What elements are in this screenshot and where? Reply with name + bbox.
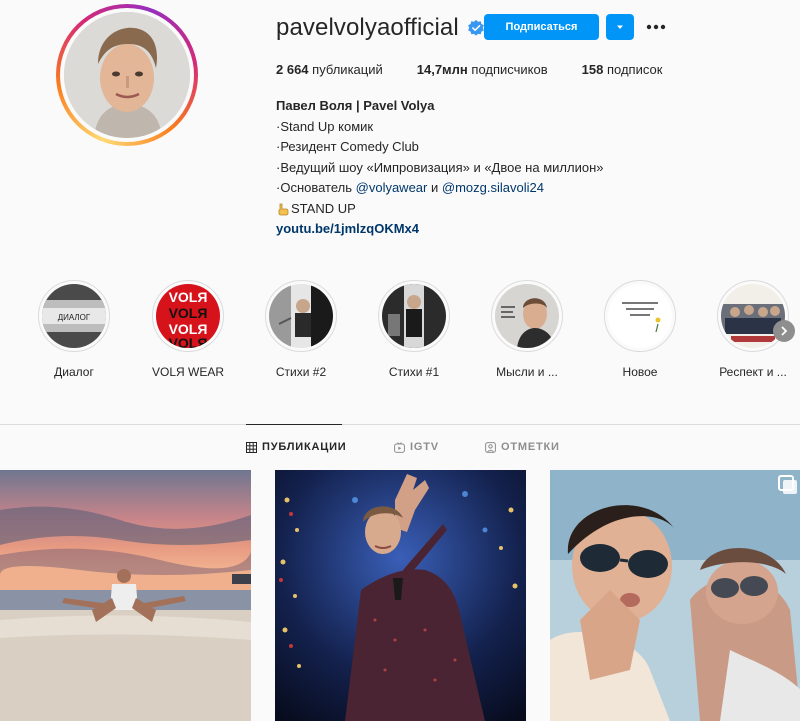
tab-tagged[interactable]: ОТМЕТКИ <box>485 441 560 453</box>
tab-posts-label: ПУБЛИКАЦИИ <box>262 441 347 453</box>
highlight-cover: VOLЯ VOLЯ VOLЯ VOLЯ <box>156 284 220 348</box>
highlight-thoughts[interactable]: Мысли и ... <box>482 280 572 379</box>
tab-tagged-label: ОТМЕТКИ <box>501 441 560 453</box>
post-thumbnail[interactable] <box>275 470 526 721</box>
bio-line-standup: STAND UP <box>276 199 603 220</box>
highlight-cover <box>495 284 559 348</box>
profile-avatar[interactable] <box>64 12 190 138</box>
bio-line: ·Stand Up комик <box>276 118 374 134</box>
highlight-poems-1[interactable]: Стихи #1 <box>369 280 459 379</box>
highlights-next-button[interactable] <box>773 320 795 342</box>
post-image-selfie <box>550 470 800 721</box>
profile-avatar-ring[interactable] <box>56 4 198 146</box>
highlight-ring <box>265 280 337 352</box>
stat-following-label: подписок <box>606 62 663 77</box>
highlight-cover-caption: VOLЯ <box>169 305 208 321</box>
mention-link-volyawear[interactable]: @volyawear <box>356 180 428 195</box>
highlight-label: Респект и ... <box>719 365 787 379</box>
avatar-photo <box>64 12 190 138</box>
bio-line: ·Ведущий шоу «Импровизация» и «Двое на м… <box>276 159 604 175</box>
profile-stats: 2 664 публикаций 14,7млн подписчиков 158… <box>276 62 696 77</box>
tagged-icon <box>485 441 496 453</box>
post-thumbnail[interactable] <box>550 470 800 721</box>
highlight-ring: VOLЯ VOLЯ VOLЯ VOLЯ <box>152 280 224 352</box>
verified-badge-icon <box>467 19 485 37</box>
highlight-label: Стихи #1 <box>388 365 440 379</box>
highlight-cover <box>269 284 333 348</box>
bio-website-link[interactable]: youtu.be/1jmlzqOKMx4 <box>276 219 603 240</box>
grid-icon <box>246 441 257 453</box>
more-dots-icon <box>646 24 666 30</box>
story-highlights: ДИАЛОГ Диалог VOLЯ VOLЯ VOLЯ VOLЯ VOLЯ W… <box>0 280 800 380</box>
bio-line-founder: ·Основатель @volyawear и @mozg.silavoli2… <box>276 178 603 199</box>
highlight-ring: ДИАЛОГ <box>38 280 110 352</box>
highlight-cover-caption: ДИАЛОГ <box>58 313 91 322</box>
bio-founder-prefix: ·Основатель <box>276 180 356 195</box>
follow-button[interactable]: Подписаться <box>484 14 599 40</box>
highlight-ring <box>604 280 676 352</box>
tabs-divider <box>0 424 800 425</box>
highlight-label: Новое <box>622 365 658 379</box>
pointing-hand-icon <box>276 202 290 216</box>
tab-posts[interactable]: ПУБЛИКАЦИИ <box>246 441 347 453</box>
suggested-dropdown-button[interactable] <box>606 14 634 40</box>
stat-followers[interactable]: 14,7млн подписчиков <box>417 62 548 77</box>
highlight-cover-caption: VOLЯ <box>169 335 208 348</box>
mention-link-mozg[interactable]: @mozg.silavoli24 <box>442 180 544 195</box>
highlight-ring <box>717 280 789 352</box>
post-image-stage <box>275 470 526 721</box>
chevron-right-icon <box>781 326 788 336</box>
igtv-icon <box>394 441 405 453</box>
active-tab-indicator <box>246 424 342 425</box>
highlight-volya-wear[interactable]: VOLЯ VOLЯ VOLЯ VOLЯ VOLЯ WEAR <box>143 280 233 379</box>
bio-line: ·Резидент Comedy Club <box>276 139 419 154</box>
post-image-beach <box>0 470 251 721</box>
highlight-label: Диалог <box>54 365 94 379</box>
stat-posts: 2 664 публикаций <box>276 62 383 77</box>
stat-followers-count: 14,7млн <box>416 62 468 77</box>
highlight-cover: ДИАЛОГ <box>42 284 106 348</box>
avatar-gap <box>60 8 194 142</box>
stat-following[interactable]: 158 подписок <box>582 62 663 77</box>
post-thumbnail[interactable] <box>0 470 251 721</box>
highlight-poems-2[interactable]: Стихи #2 <box>256 280 346 379</box>
highlight-label: VOLЯ WEAR <box>151 365 224 379</box>
stat-posts-count: 2 664 <box>276 62 309 77</box>
highlight-ring <box>378 280 450 352</box>
username-row: pavelvolyaofficial <box>276 13 485 43</box>
highlight-dialog[interactable]: ДИАЛОГ Диалог <box>29 280 119 379</box>
more-options-button[interactable] <box>644 17 668 37</box>
highlight-ring <box>491 280 563 352</box>
highlight-label: Стихи #2 <box>275 365 327 379</box>
highlight-cover <box>608 284 672 348</box>
full-name: Павел Воля | Pavel Volya <box>276 98 435 113</box>
highlight-cover-caption: VOLЯ <box>169 289 208 305</box>
caret-down-icon <box>617 25 623 29</box>
stat-followers-label: подписчиков <box>471 62 548 77</box>
profile-bio: Павел Воля | Pavel Volya ·Stand Up комик… <box>276 96 603 240</box>
bio-and-text: и <box>427 180 442 195</box>
tab-igtv-label: IGTV <box>410 441 439 453</box>
stat-following-count: 158 <box>581 62 604 77</box>
highlight-new[interactable]: Новое <box>595 280 685 379</box>
stat-posts-label: публикаций <box>312 62 383 77</box>
highlight-label: Мысли и ... <box>496 365 558 379</box>
highlight-cover <box>382 284 446 348</box>
tab-igtv[interactable]: IGTV <box>394 441 439 453</box>
bio-standup-text: STAND UP <box>291 200 356 216</box>
username: pavelvolyaofficial <box>276 14 459 41</box>
